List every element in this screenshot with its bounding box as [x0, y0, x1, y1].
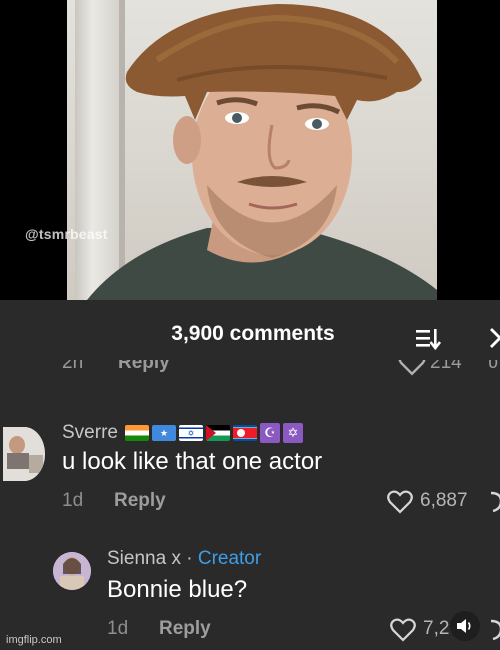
avatar[interactable]: [3, 427, 45, 481]
comments-header: 3,900 comments: [0, 300, 500, 360]
heart-icon[interactable]: [398, 360, 426, 376]
like-count: 214: [430, 360, 462, 373]
avatar-image: [3, 427, 45, 481]
reply-button[interactable]: Reply: [159, 618, 211, 640]
dislike-icon[interactable]: [489, 491, 500, 513]
israel-flag: ✡: [179, 425, 203, 441]
heart-icon[interactable]: [387, 490, 413, 514]
sort-icon[interactable]: [415, 326, 441, 352]
speaker-icon: [457, 619, 471, 633]
comment-username[interactable]: Sienna x: [107, 548, 181, 569]
person-photo: [87, 4, 437, 300]
dislike-icon[interactable]: [489, 619, 500, 641]
sound-toggle-button[interactable]: [450, 611, 480, 641]
reply-button[interactable]: Reply: [118, 360, 170, 374]
comment-username[interactable]: Sverre: [62, 422, 118, 444]
comment-time: 2h: [62, 360, 84, 373]
india-flag: [125, 425, 149, 441]
comments-sheet: 3,900 comments 2h Reply 214 ʋ Sverre ★ ✡…: [0, 300, 500, 650]
palestine-flag: [206, 425, 230, 441]
previous-comment-row: 2h Reply 214 ʋ: [0, 360, 500, 380]
close-icon[interactable]: [488, 326, 500, 348]
reply-button[interactable]: Reply: [114, 490, 166, 512]
separator-dot: ·: [186, 548, 193, 569]
dislike-icon[interactable]: ʋ: [488, 360, 498, 374]
video-area[interactable]: @tsmrbeast: [0, 0, 500, 300]
crescent-star-symbol: ☪: [260, 423, 280, 443]
avatar[interactable]: [53, 552, 91, 590]
star-of-david-symbol: ✡: [283, 423, 303, 443]
comment-text: u look like that one actor: [62, 448, 323, 475]
like-count: 6,887: [420, 490, 468, 511]
comment-time: 1d: [62, 490, 84, 511]
imgflip-watermark: imgflip.com: [6, 634, 62, 646]
comment-username-line: Sienna x · Creator: [107, 548, 261, 570]
heart-icon[interactable]: [390, 618, 416, 642]
somalia-flag: ★: [152, 425, 176, 441]
avatar-image: [53, 552, 91, 590]
comment-text: Bonnie blue?: [107, 576, 248, 603]
north-korea-flag: [233, 425, 257, 441]
comment-time: 1d: [107, 618, 129, 639]
username-emoji-flags: ★ ✡ ☪ ✡: [125, 423, 303, 443]
like-count: 7,2: [423, 618, 450, 639]
video-watermark: @tsmrbeast: [25, 226, 108, 242]
video-frame: [67, 0, 437, 300]
creator-badge: Creator: [197, 548, 262, 569]
